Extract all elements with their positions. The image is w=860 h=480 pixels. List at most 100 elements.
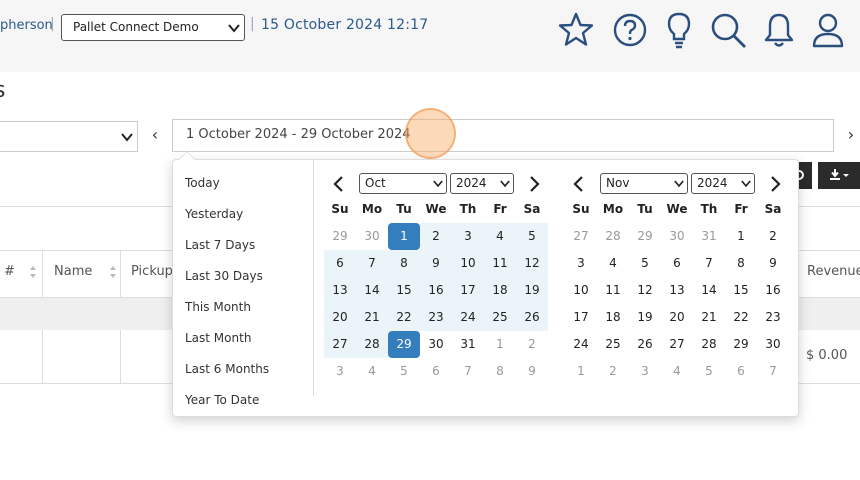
date-range-input[interactable]: 1 October 2024 - 29 October 2024 (172, 119, 834, 152)
calendar-day[interactable]: 26 (629, 331, 661, 358)
prev-range-button[interactable]: ‹ (140, 121, 170, 152)
calendar-day[interactable]: 26 (516, 304, 548, 331)
calendar-day[interactable]: 24 (452, 304, 484, 331)
calendar-day[interactable]: 6 (661, 250, 693, 277)
calendar-day[interactable]: 20 (324, 304, 356, 331)
calendar-day[interactable]: 1 (388, 223, 420, 250)
calendar-day[interactable]: 14 (356, 277, 388, 304)
calendar-day[interactable]: 4 (484, 223, 516, 250)
help-circle-icon[interactable] (610, 10, 650, 50)
calendar-day[interactable]: 21 (693, 304, 725, 331)
calendar-day[interactable]: 14 (693, 277, 725, 304)
calendar-day[interactable]: 19 (629, 304, 661, 331)
calendar-day[interactable]: 1 (484, 331, 516, 358)
calendar-day[interactable]: 1 (725, 223, 757, 250)
calendar-day[interactable]: 8 (484, 358, 516, 385)
calendar-day[interactable]: 23 (757, 304, 789, 331)
range-last-month[interactable]: Last Month (185, 331, 251, 345)
calendar-day[interactable]: 10 (565, 277, 597, 304)
calendar-day[interactable]: 9 (420, 250, 452, 277)
calendar-day[interactable]: 17 (565, 304, 597, 331)
calendar-day[interactable]: 27 (661, 331, 693, 358)
range-last-6-months[interactable]: Last 6 Months (185, 362, 269, 376)
calendar-day[interactable]: 27 (324, 331, 356, 358)
next-range-button[interactable]: › (836, 121, 860, 152)
calendar-day[interactable]: 18 (484, 277, 516, 304)
calendar-day[interactable]: 22 (725, 304, 757, 331)
calendar-day[interactable]: 18 (597, 304, 629, 331)
calendar-day[interactable]: 22 (388, 304, 420, 331)
calendar-day[interactable]: 30 (757, 331, 789, 358)
calendar-day[interactable]: 4 (597, 250, 629, 277)
calendar-day[interactable]: 3 (452, 223, 484, 250)
calendar-day[interactable]: 3 (629, 358, 661, 385)
search-icon[interactable] (708, 10, 748, 50)
bell-icon[interactable] (759, 10, 799, 50)
calendar-day[interactable]: 8 (725, 250, 757, 277)
year-select-right[interactable]: 2024 (691, 173, 755, 194)
star-icon[interactable] (556, 10, 596, 50)
calendar-day[interactable]: 31 (693, 223, 725, 250)
calendar-day[interactable]: 31 (452, 331, 484, 358)
calendar-day[interactable]: 2 (597, 358, 629, 385)
calendar-day[interactable]: 27 (565, 223, 597, 250)
calendar-day[interactable]: 2 (757, 223, 789, 250)
user-icon[interactable] (808, 10, 848, 50)
calendar-day[interactable]: 2 (516, 331, 548, 358)
calendar-day[interactable]: 9 (516, 358, 548, 385)
calendar-day[interactable]: 6 (420, 358, 452, 385)
calendar-day[interactable]: 7 (356, 250, 388, 277)
calendar-day[interactable]: 6 (725, 358, 757, 385)
calendar-day[interactable]: 30 (661, 223, 693, 250)
column-header-pickup[interactable]: Pickup (131, 264, 173, 279)
calendar-day[interactable]: 29 (725, 331, 757, 358)
range-year-to-date[interactable]: Year To Date (185, 393, 259, 407)
calendar-day[interactable]: 28 (597, 223, 629, 250)
calendar-day[interactable]: 25 (597, 331, 629, 358)
sort-icon[interactable] (29, 265, 37, 279)
calendar-day[interactable]: 24 (565, 331, 597, 358)
calendar-day[interactable]: 13 (661, 277, 693, 304)
range-today[interactable]: Today (185, 176, 220, 190)
calendar-day[interactable]: 15 (725, 277, 757, 304)
calendar-day[interactable]: 12 (629, 277, 661, 304)
calendar-day[interactable]: 15 (388, 277, 420, 304)
filter-select[interactable] (0, 121, 138, 152)
month-select-right[interactable]: Nov (600, 173, 688, 194)
calendar-day[interactable]: 11 (597, 277, 629, 304)
calendar-day[interactable]: 4 (661, 358, 693, 385)
calendar-day[interactable]: 21 (356, 304, 388, 331)
year-select-left[interactable]: 2024 (450, 173, 514, 194)
calendar-day[interactable]: 29 (629, 223, 661, 250)
chevron-right-icon[interactable] (524, 174, 544, 194)
calendar-day[interactable]: 5 (629, 250, 661, 277)
calendar-day[interactable]: 3 (565, 250, 597, 277)
calendar-day[interactable]: 29 (388, 331, 420, 358)
calendar-day[interactable]: 7 (757, 358, 789, 385)
chevron-left-icon[interactable] (329, 174, 349, 194)
lightbulb-icon[interactable] (659, 10, 699, 50)
calendar-day[interactable]: 17 (452, 277, 484, 304)
range-last-30-days[interactable]: Last 30 Days (185, 269, 263, 283)
calendar-day[interactable]: 5 (693, 358, 725, 385)
calendar-day[interactable]: 16 (757, 277, 789, 304)
chevron-right-icon[interactable] (765, 174, 785, 194)
calendar-day[interactable]: 20 (661, 304, 693, 331)
calendar-day[interactable]: 19 (516, 277, 548, 304)
calendar-day[interactable]: 16 (420, 277, 452, 304)
calendar-day[interactable]: 2 (420, 223, 452, 250)
calendar-day[interactable]: 1 (565, 358, 597, 385)
calendar-day[interactable]: 6 (324, 250, 356, 277)
calendar-day[interactable]: 13 (324, 277, 356, 304)
download-button[interactable] (818, 162, 860, 189)
column-header-revenue[interactable]: Revenue (807, 264, 860, 279)
calendar-day[interactable]: 25 (484, 304, 516, 331)
calendar-day[interactable]: 11 (484, 250, 516, 277)
calendar-day[interactable]: 10 (452, 250, 484, 277)
column-header-name[interactable]: Name (54, 264, 92, 279)
calendar-day[interactable]: 12 (516, 250, 548, 277)
calendar-day[interactable]: 7 (452, 358, 484, 385)
calendar-day[interactable]: 9 (757, 250, 789, 277)
calendar-day[interactable]: 30 (420, 331, 452, 358)
calendar-day[interactable]: 23 (420, 304, 452, 331)
